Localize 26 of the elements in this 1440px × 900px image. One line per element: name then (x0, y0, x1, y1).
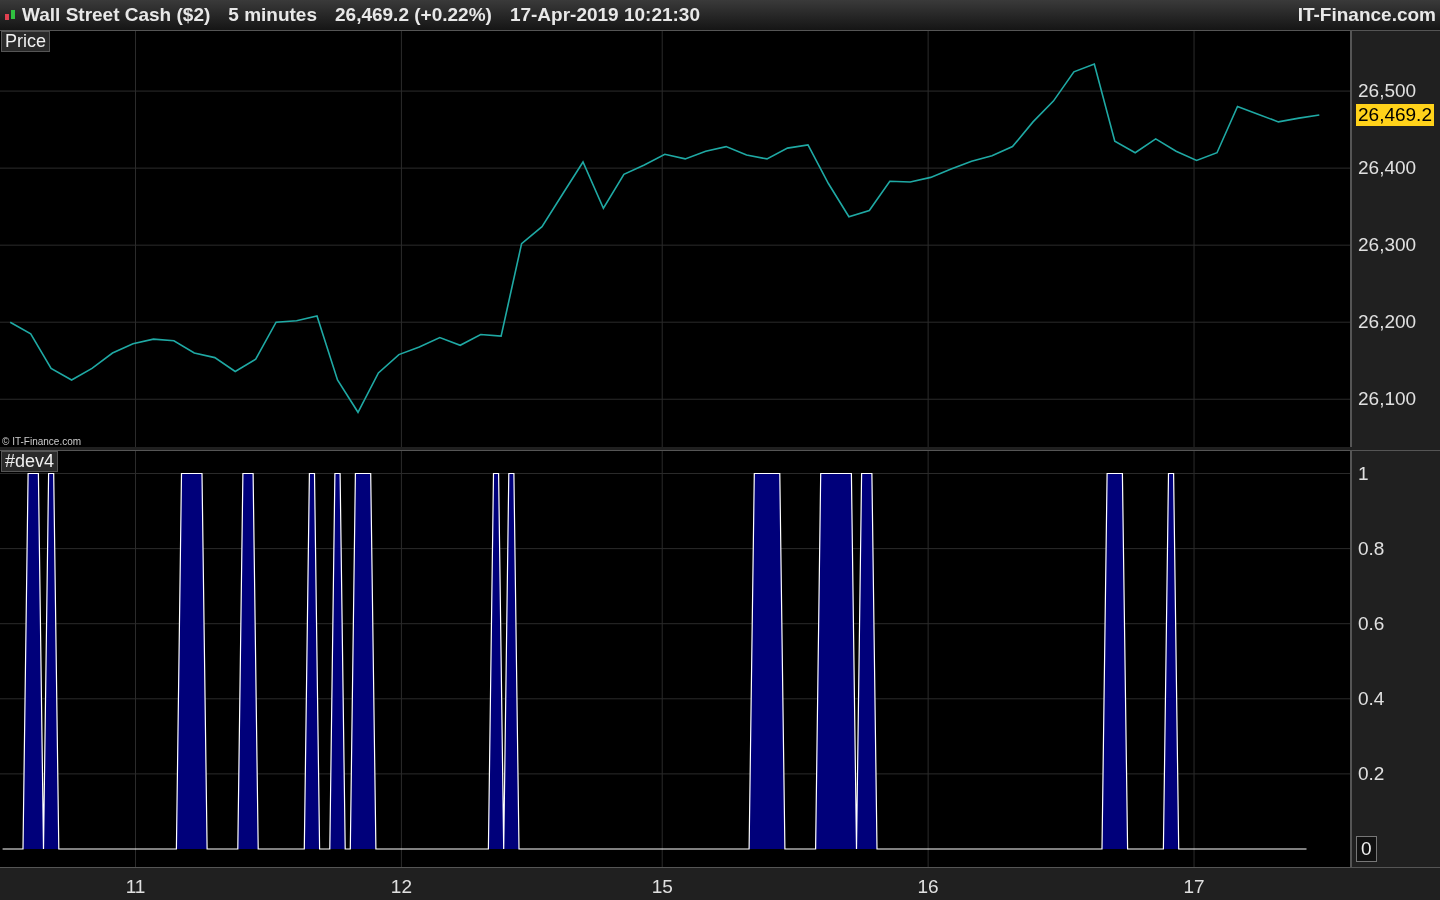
copyright-text: © IT-Finance.com (2, 436, 82, 447)
axis-label: 0.4 (1358, 688, 1385, 709)
axis-label: 11 (124, 876, 147, 898)
axis-label: 15 (650, 876, 674, 898)
axis-label: 0.8 (1358, 538, 1385, 559)
panel-label: Price (1, 31, 50, 52)
last-value-tag: 0 (1356, 835, 1377, 862)
axis-label: 0.6 (1358, 613, 1385, 634)
datetime-text: 17-Apr-2019 10:21:30 (509, 4, 700, 26)
axis-label: 26,200 (1358, 312, 1417, 333)
axis-label: 17 (1182, 876, 1206, 898)
instrument-name: Wall Street Cash ($2) (22, 4, 211, 26)
axis-label: 26,100 (1358, 389, 1417, 410)
axis-label: 16 (916, 876, 940, 898)
candlestick-icon (4, 8, 18, 22)
axis-label: 12 (389, 876, 413, 898)
brand-name: IT-Finance.com (1297, 4, 1436, 26)
last-price-tag: 26,469.2 (1356, 103, 1434, 126)
quote-text: 26,469.2 (+0.22%) (335, 4, 492, 26)
axis-label: 0.2 (1358, 763, 1385, 784)
axis-label: 26,500 (1358, 81, 1417, 102)
axis-label: 1 (1358, 463, 1369, 484)
axis-label: 26,400 (1358, 158, 1417, 179)
interval-label: 5 minutes (228, 4, 317, 26)
axis-label: 26,300 (1358, 235, 1417, 256)
panel-label: #dev4 (1, 451, 59, 472)
